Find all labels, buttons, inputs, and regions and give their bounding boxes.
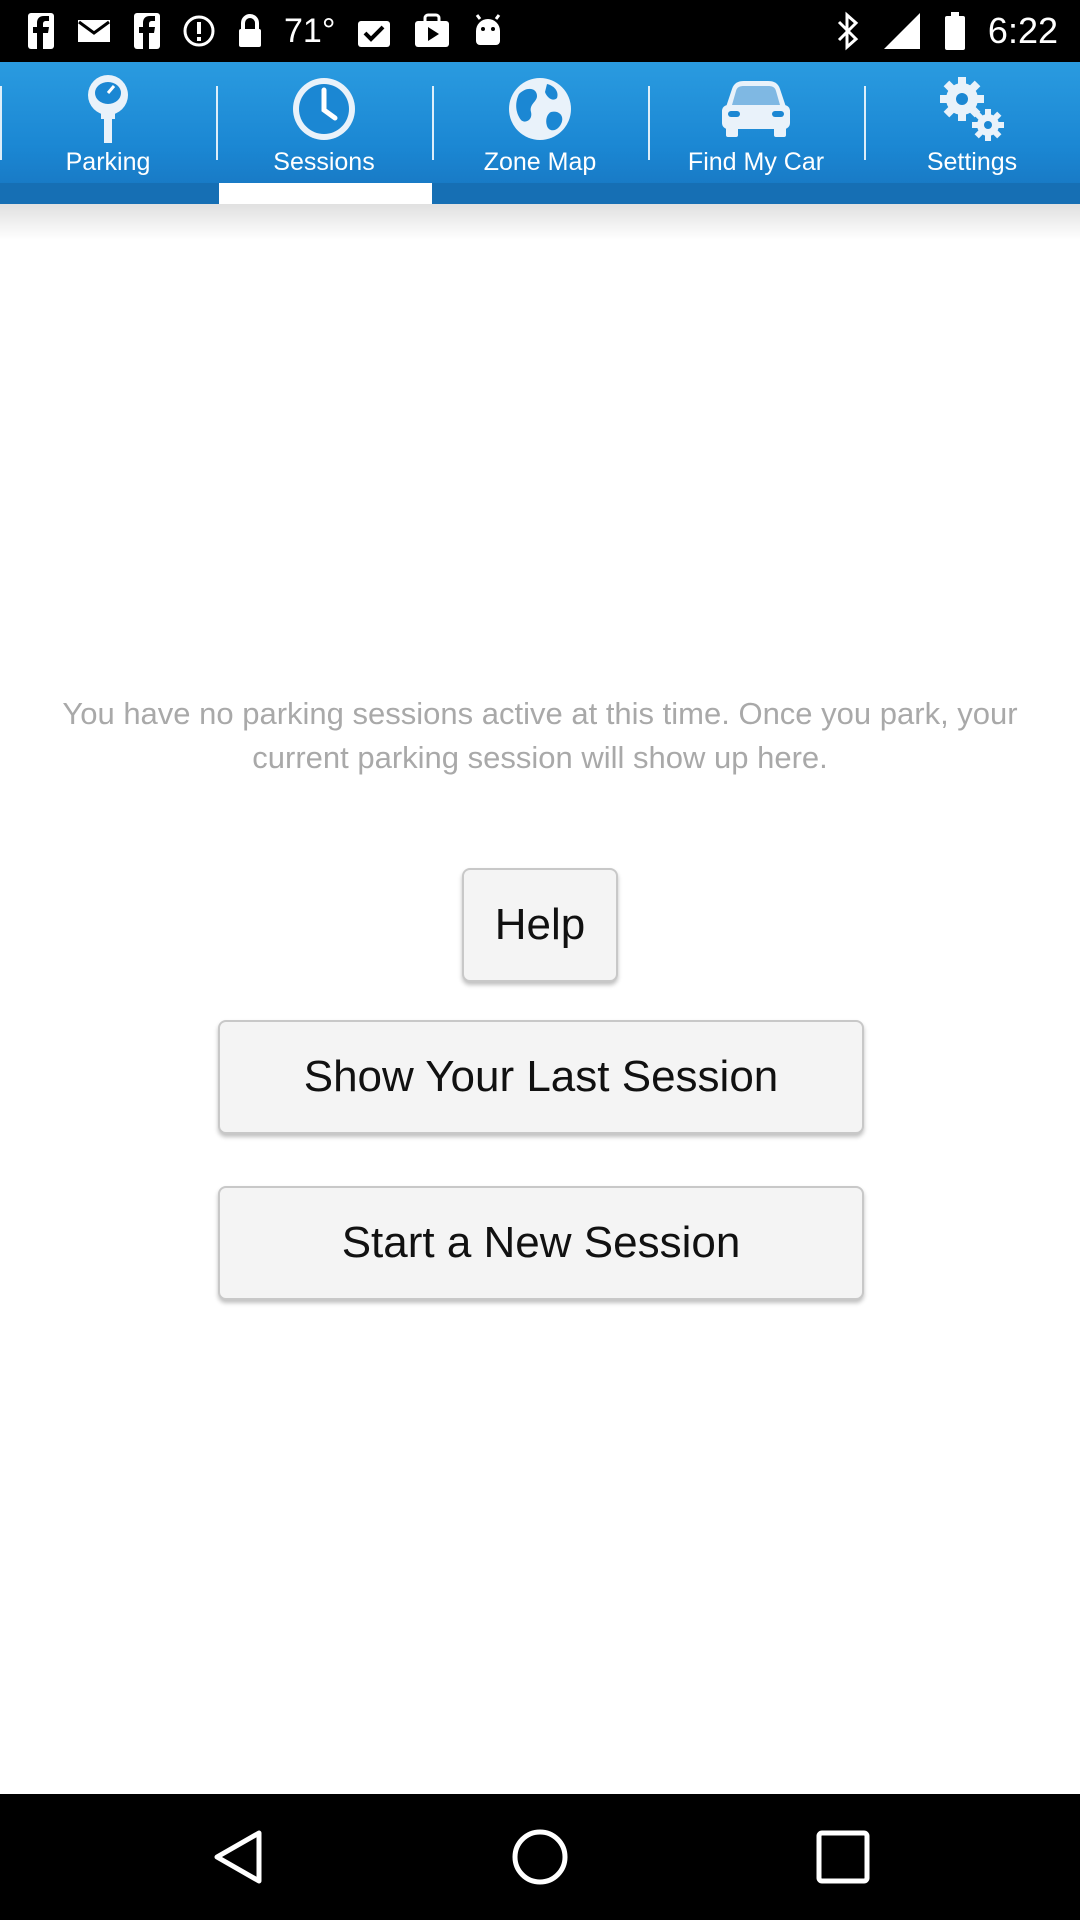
tab-settings-label: Settings	[926, 148, 1018, 176]
no-sessions-message: You have no parking sessions active at t…	[62, 696, 1018, 775]
signal-icon	[882, 11, 922, 51]
start-new-session-button[interactable]: Start a New Session	[218, 1186, 864, 1300]
mail-icon	[76, 11, 112, 51]
status-bar: 71° 6:22	[0, 0, 1080, 62]
back-icon	[214, 1830, 262, 1884]
clipboard-check-icon	[355, 11, 393, 51]
lock-icon	[236, 11, 264, 51]
tab-find-my-car[interactable]: Find My Car	[648, 62, 864, 204]
parking-meter-icon	[86, 72, 130, 146]
tab-find-my-car-label: Find My Car	[687, 148, 825, 176]
facebook-icon	[26, 11, 56, 51]
bluetooth-icon	[836, 11, 860, 51]
temperature-text: 71°	[284, 11, 336, 50]
tab-bar-shadow	[0, 204, 1080, 240]
play-store-icon	[413, 11, 451, 51]
alert-icon	[182, 11, 216, 51]
help-button[interactable]: Help	[462, 868, 618, 982]
tab-zone-map[interactable]: Zone Map	[432, 62, 648, 204]
battery-icon	[944, 11, 966, 51]
clock-icon	[291, 72, 357, 146]
tab-zone-map-label: Zone Map	[483, 148, 597, 176]
recents-icon	[816, 1830, 870, 1884]
gears-icon	[936, 72, 1008, 146]
car-icon	[720, 72, 792, 146]
tab-settings[interactable]: Settings	[864, 62, 1080, 204]
status-bar-system: 6:22	[836, 0, 1058, 62]
recents-button[interactable]	[803, 1822, 883, 1892]
status-bar-notifications: 71°	[26, 0, 505, 62]
globe-icon	[507, 72, 573, 146]
home-icon	[512, 1829, 568, 1885]
home-button[interactable]	[500, 1822, 580, 1892]
clock-time: 6:22	[987, 10, 1058, 51]
tab-parking-label: Parking	[65, 148, 151, 176]
tab-parking[interactable]: Parking	[0, 62, 216, 204]
android-icon	[471, 11, 505, 51]
back-button[interactable]	[198, 1822, 278, 1892]
show-last-session-button[interactable]: Show Your Last Session	[218, 1020, 864, 1134]
facebook-icon	[132, 11, 162, 51]
tab-sessions-label: Sessions	[273, 148, 375, 176]
navigation-bar	[0, 1794, 1080, 1920]
tab-sessions[interactable]: Sessions	[216, 62, 432, 204]
